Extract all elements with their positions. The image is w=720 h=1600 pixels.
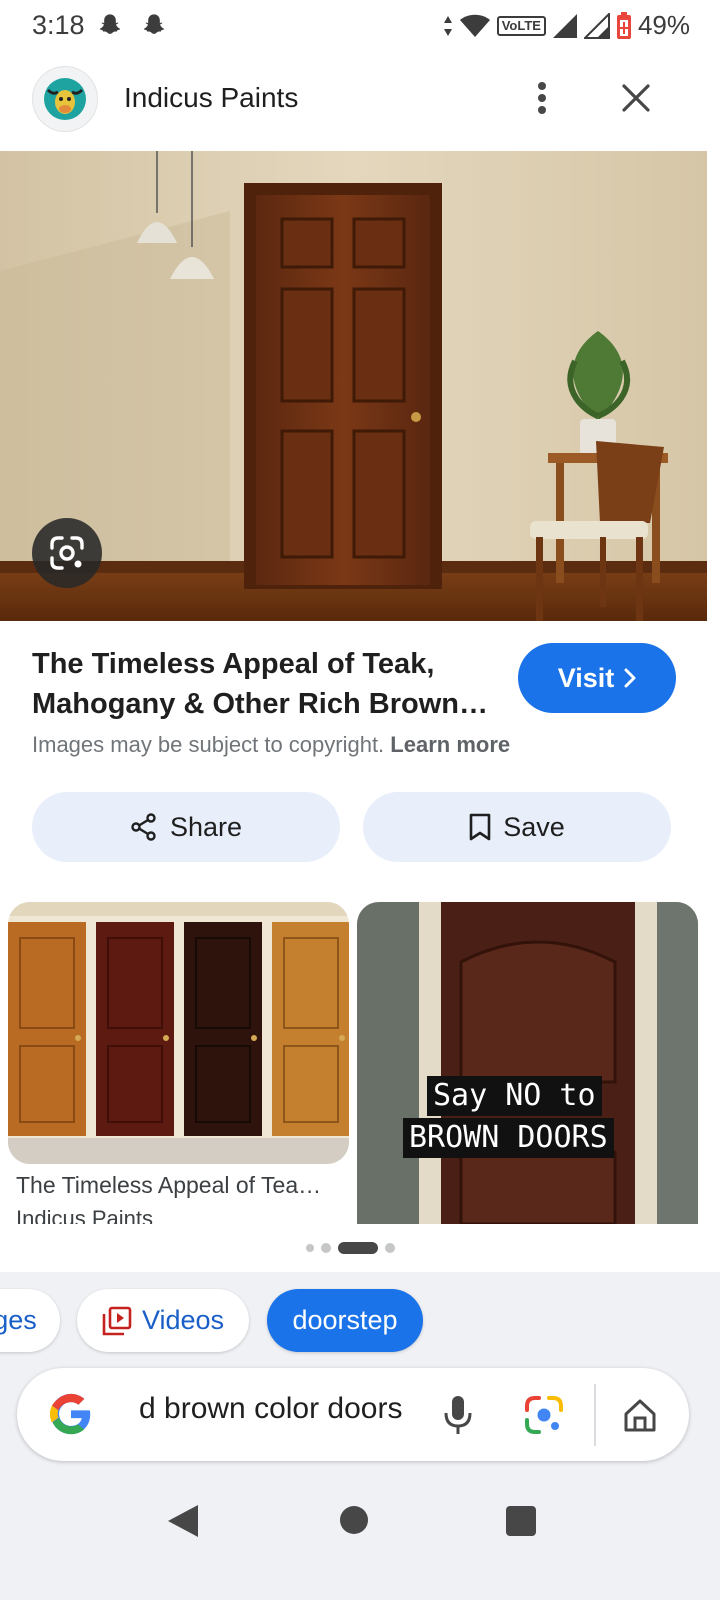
site-name: Indicus Paints [124, 82, 299, 113]
more-options-button[interactable] [520, 76, 564, 120]
google-g-icon [49, 1393, 91, 1435]
battery-saver-icon [616, 11, 631, 39]
related-result-card[interactable]: The Timeless Appeal of Tea… Indicus Pain… [8, 902, 349, 1224]
more-vert-icon [538, 82, 546, 114]
status-icons: VoLTE 49% [443, 10, 690, 41]
chip-doorstep[interactable]: doorstep [267, 1289, 423, 1352]
save-label: Save [503, 811, 565, 842]
site-header: Indicus Paints [0, 56, 720, 152]
google-lens-icon [50, 536, 84, 570]
visit-button[interactable]: Visit [518, 643, 676, 713]
page-dot [321, 1243, 331, 1253]
search-divider [594, 1384, 596, 1446]
battery-percent: 49% [637, 10, 690, 40]
result-title[interactable]: The Timeless Appeal of Teak, Mahogany & … [32, 644, 502, 724]
learn-more-link[interactable]: Learn more [390, 732, 510, 757]
chip-doorstep-label: doorstep [292, 1305, 398, 1335]
status-bar: 3:18 VoLTE 49% [0, 0, 720, 56]
bull-logo-icon [44, 78, 86, 120]
four-doors-photo [8, 902, 349, 1164]
nav-back-button[interactable] [166, 1503, 200, 1539]
save-button[interactable]: Save [363, 792, 671, 862]
chip-images-label: ges [0, 1305, 37, 1335]
brown-door-photo [357, 902, 698, 1224]
signal-icon [552, 13, 577, 38]
close-button[interactable] [614, 76, 658, 120]
wifi-icon [459, 14, 490, 37]
related-result-card[interactable]: Say NO to BROWN DOORS [357, 902, 698, 1224]
lens-camera-button[interactable] [521, 1390, 567, 1440]
related-image [8, 902, 349, 1164]
door-room-photo [0, 151, 707, 621]
copyright-notice: Images may be subject to copyright. Lear… [32, 732, 510, 758]
nav-recents-button[interactable] [506, 1506, 536, 1536]
snapchat-icon [99, 14, 121, 34]
page: 3:18 VoLTE 49% Indicus Paints The Timele… [0, 0, 720, 1600]
related-source: Indicus Paints [16, 1206, 153, 1224]
visit-label: Visit [557, 662, 615, 693]
overlay-caption-line-2: BROWN DOORS [403, 1118, 614, 1158]
related-title: The Timeless Appeal of Tea… [16, 1172, 322, 1198]
share-label: Share [169, 811, 243, 842]
video-library-icon [102, 1306, 132, 1335]
chip-videos-label: Videos [141, 1305, 225, 1335]
overlay-caption-line-1: Say NO to [427, 1076, 602, 1116]
lens-search-button[interactable] [32, 518, 102, 588]
page-dot-active [338, 1242, 378, 1254]
data-arrows-icon [443, 15, 452, 36]
status-time: 3:18 [32, 10, 85, 40]
google-lens-color-icon [525, 1396, 563, 1434]
home-icon [624, 1399, 656, 1432]
nav-home-button[interactable] [340, 1506, 368, 1534]
snapchat-icon [143, 14, 165, 34]
chevron-right-icon [624, 668, 636, 688]
volte-badge: VoLTE [496, 15, 546, 36]
page-indicator [306, 1242, 395, 1254]
signal-icon [583, 12, 610, 39]
site-logo[interactable] [32, 66, 98, 132]
voice-search-button[interactable] [435, 1390, 481, 1440]
page-dot [306, 1244, 314, 1252]
preview-image[interactable] [0, 151, 707, 621]
search-query[interactable]: d brown color doors [139, 1392, 429, 1426]
share-button[interactable]: Share [32, 792, 340, 862]
microphone-icon [444, 1396, 472, 1434]
chip-videos[interactable]: Videos [77, 1289, 249, 1352]
bookmark-icon [469, 813, 491, 841]
home-button[interactable] [617, 1390, 663, 1440]
page-dot [385, 1243, 395, 1253]
share-icon [131, 813, 156, 841]
copyright-text: Images may be subject to copyright. [32, 732, 385, 757]
close-icon [622, 84, 650, 112]
search-bar[interactable]: d brown color doors [17, 1368, 689, 1461]
